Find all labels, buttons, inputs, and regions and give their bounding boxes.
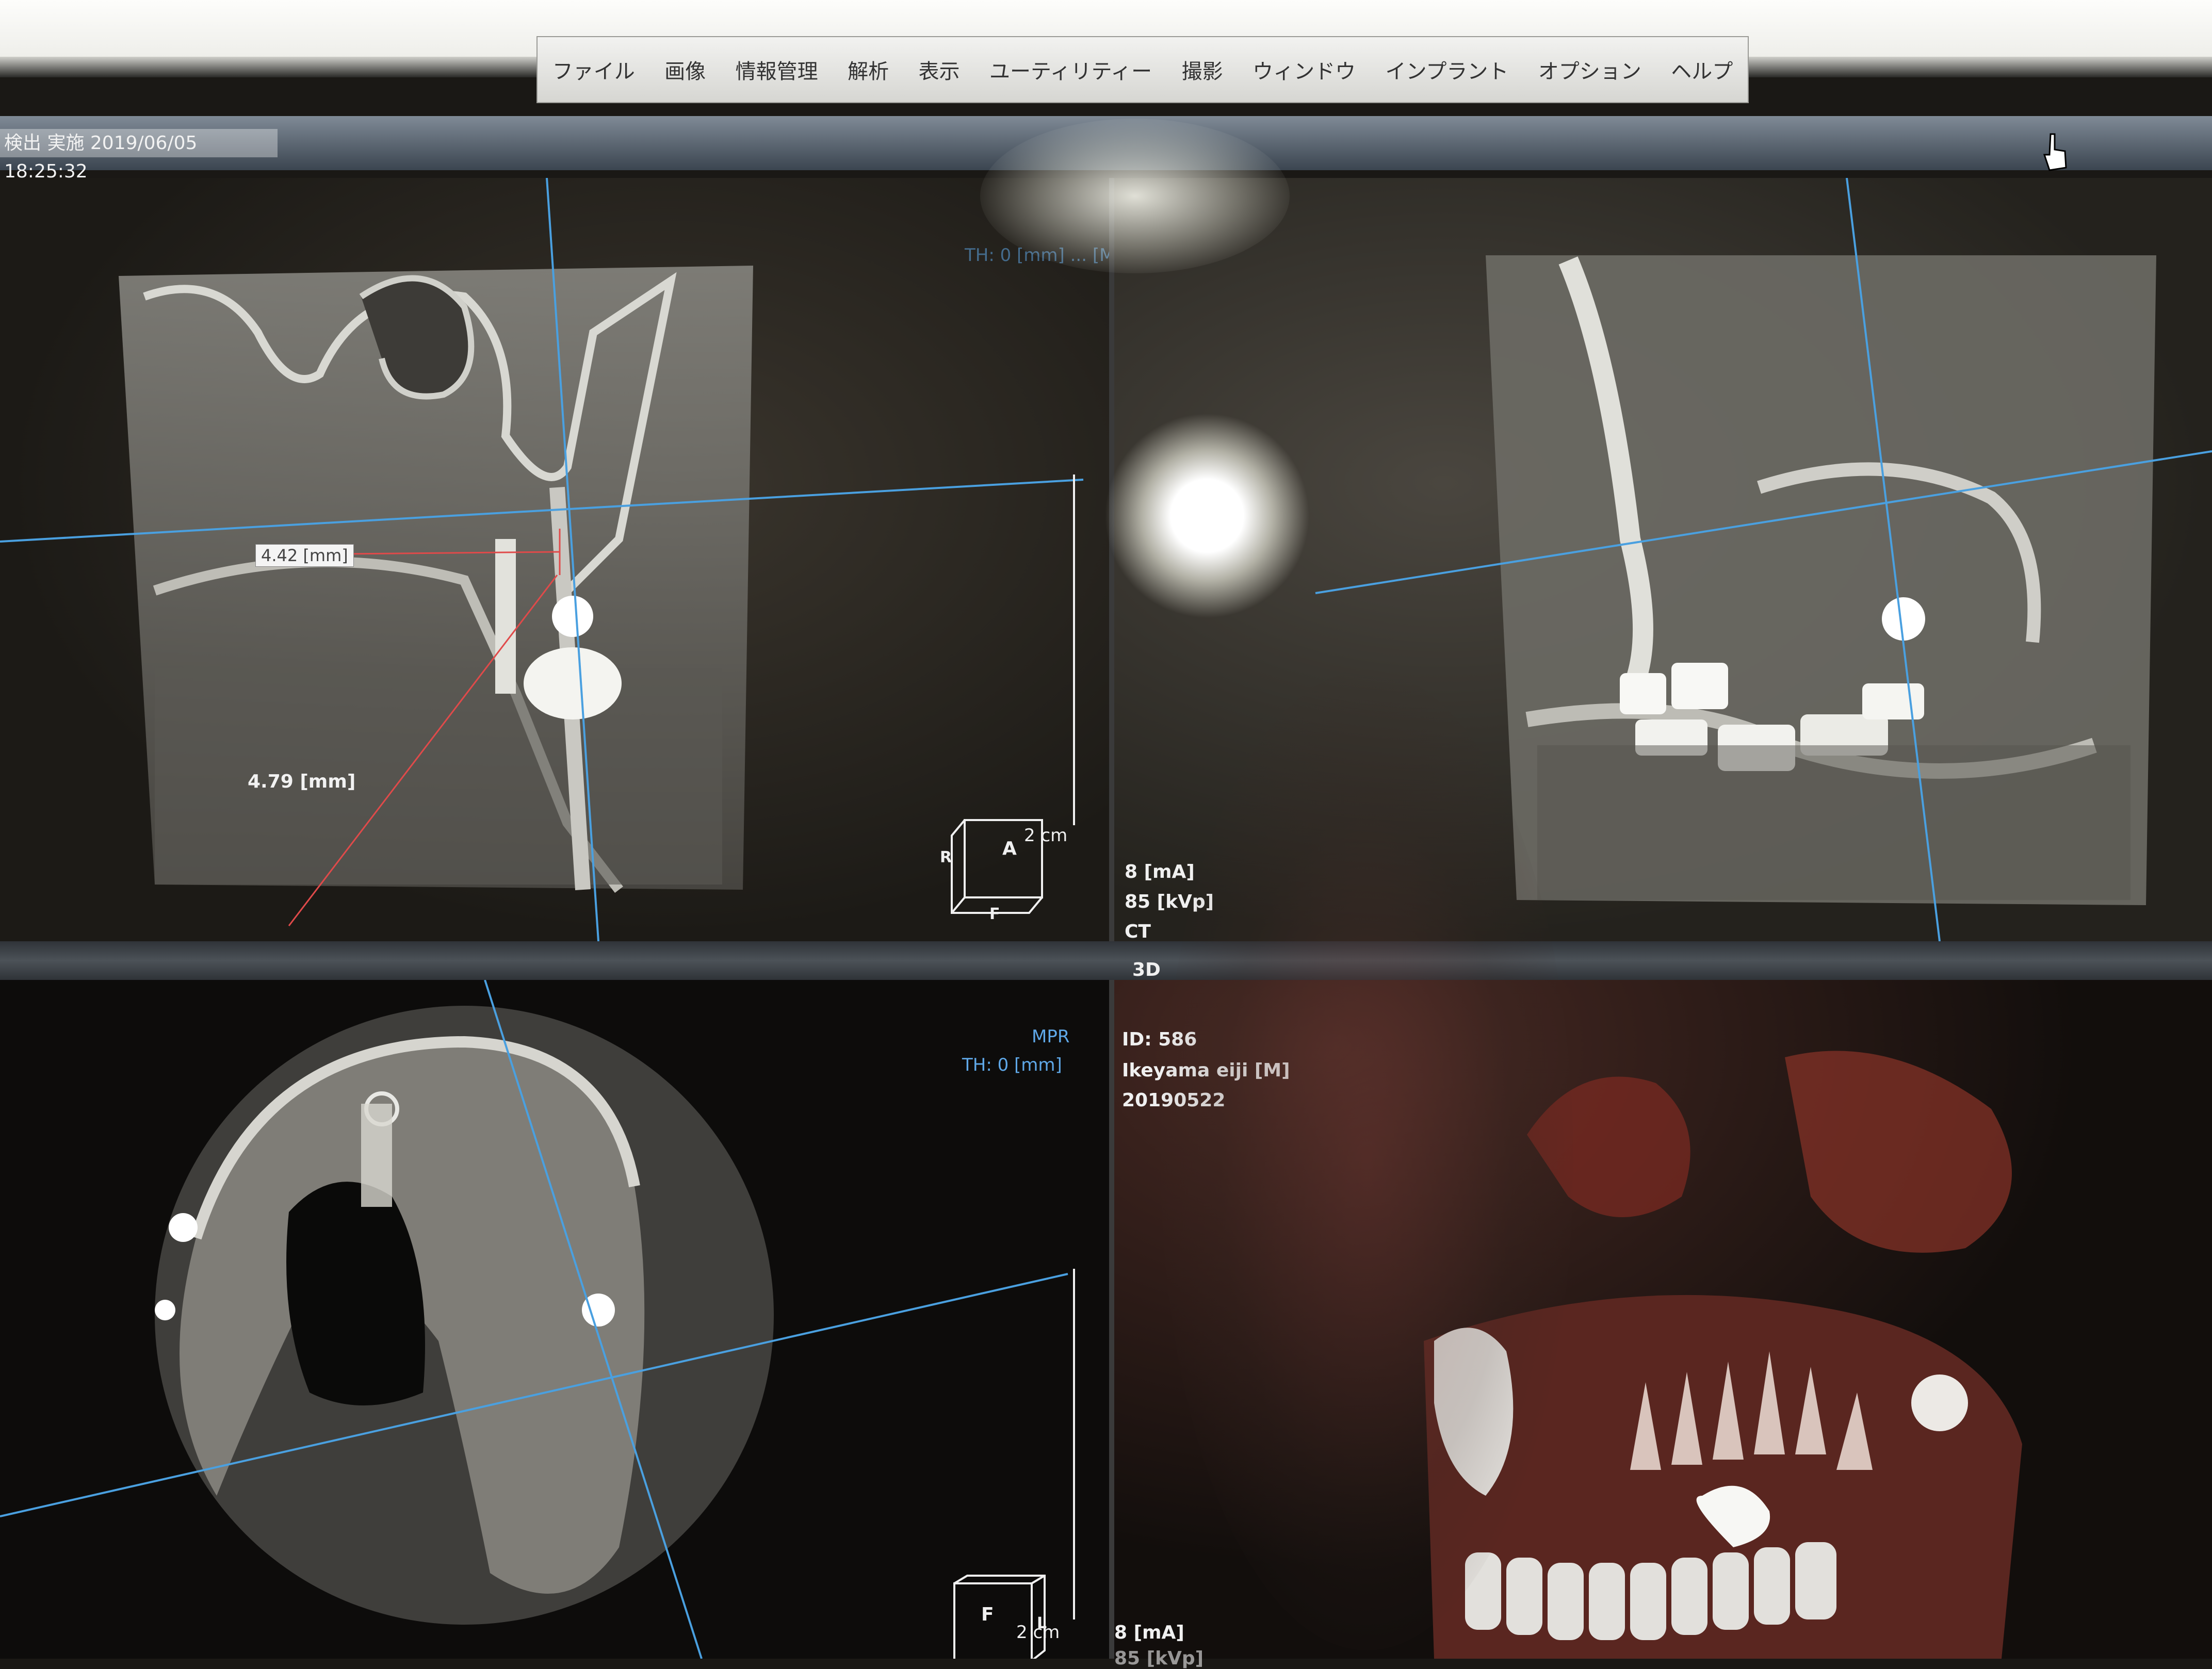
mpr-label: MPR bbox=[1032, 1026, 1070, 1047]
menu-analysis[interactable]: 解析 bbox=[842, 55, 894, 85]
measurement-label-2[interactable]: 4.79 [mm] bbox=[248, 771, 355, 792]
patient-id: ID: 586 bbox=[1122, 1029, 1197, 1050]
cube-label-a: A bbox=[1002, 838, 1017, 859]
cube-label-l: L bbox=[1037, 1614, 1047, 1632]
viewport-sagittal[interactable] bbox=[1114, 178, 2212, 941]
ct-coronal-slice bbox=[0, 178, 1084, 941]
menu-image[interactable]: 画像 bbox=[659, 55, 711, 85]
cube-label-f: F bbox=[989, 905, 1000, 923]
ct-axial-slice bbox=[0, 980, 1068, 1659]
menu-view[interactable]: 表示 bbox=[914, 55, 965, 85]
window-title-bar bbox=[0, 116, 2212, 170]
menu-help[interactable]: ヘルプ bbox=[1666, 55, 1738, 85]
patient-name: Ikeyama eiji [M] bbox=[1122, 1060, 1290, 1081]
scale-bar-top bbox=[1063, 474, 1075, 825]
orientation-cube-top bbox=[951, 819, 1043, 914]
viewport-divider-vertical[interactable] bbox=[1109, 178, 1114, 1659]
viewport-3d-render[interactable] bbox=[1114, 980, 2212, 1659]
viewport-axial[interactable]: MPR TH: 0 [mm] 2 cm F L bbox=[0, 980, 1109, 1659]
info-modality: CT bbox=[1125, 921, 1151, 942]
info-ma-bottom: 8 [mA] bbox=[1114, 1622, 1184, 1643]
ct-sagittal-slice bbox=[1315, 178, 2212, 941]
info-kvp-top: 85 [kVp] bbox=[1125, 891, 1214, 912]
menu-implant[interactable]: インプラント bbox=[1380, 55, 1514, 85]
menu-window[interactable]: ウィンドウ bbox=[1247, 55, 1361, 85]
menu-info-management[interactable]: 情報管理 bbox=[730, 55, 823, 85]
menu-utility[interactable]: ユーティリティー bbox=[984, 55, 1157, 85]
menu-options[interactable]: オプション bbox=[1533, 55, 1647, 85]
cube-label-f-bottom: F bbox=[981, 1604, 994, 1625]
faded-header-text: TH: 0 [mm] ... [M] bbox=[965, 245, 1109, 266]
cube-label-r: R bbox=[940, 848, 952, 866]
menu-file[interactable]: ファイル bbox=[547, 55, 640, 85]
viewport-3d-label: 3D bbox=[1132, 959, 1161, 980]
study-date: 20190522 bbox=[1122, 1090, 1226, 1111]
viewport-coronal[interactable]: 4.42 [mm] 4.79 [mm] TH: 0 [mm] ... [M] 2… bbox=[0, 178, 1109, 941]
thickness-label: TH: 0 [mm] bbox=[962, 1055, 1062, 1075]
info-ma-top: 8 [mA] bbox=[1125, 861, 1195, 882]
hand-cursor-icon bbox=[2043, 133, 2067, 171]
3d-dental-render bbox=[1424, 1051, 2022, 1659]
menu-capture[interactable]: 撮影 bbox=[1177, 55, 1228, 85]
window-title: 検出 実施 2019/06/05 18:25:32 bbox=[0, 129, 278, 182]
viewport-divider-horizontal[interactable] bbox=[0, 941, 2212, 980]
menu-bar: ファイル 画像 情報管理 解析 表示 ユーティリティー 撮影 ウィンドウ インプ… bbox=[536, 36, 1749, 103]
scale-bar-bottom bbox=[1063, 1269, 1075, 1619]
measurement-label-1[interactable]: 4.42 [mm] bbox=[255, 544, 354, 567]
